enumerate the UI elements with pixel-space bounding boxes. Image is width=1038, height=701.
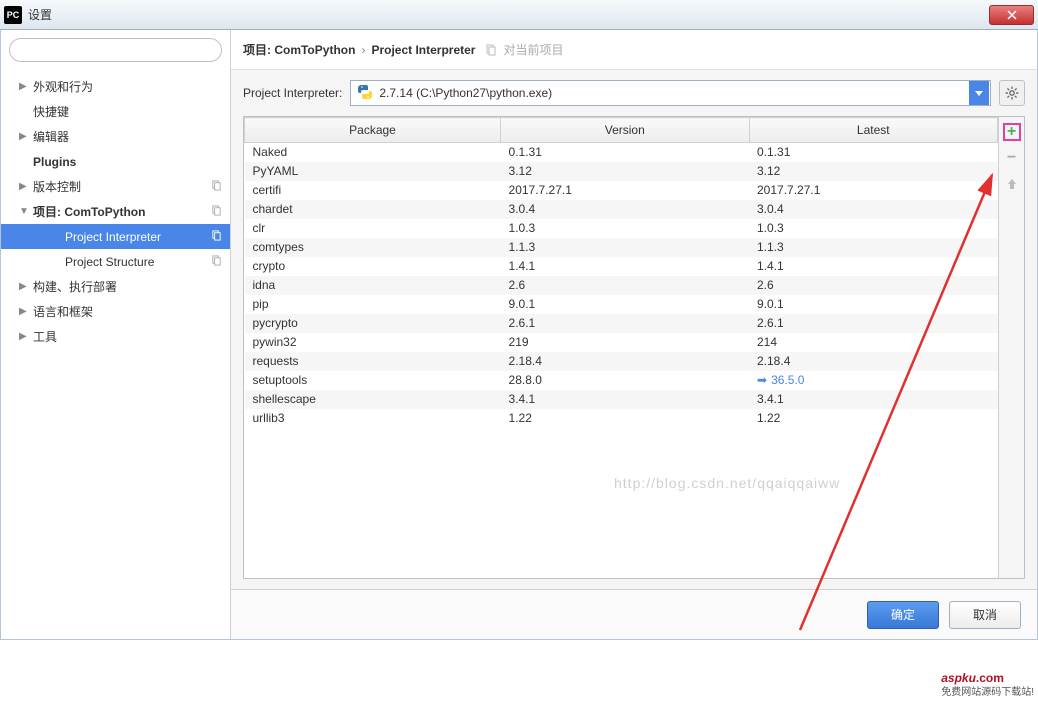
arrow-up-icon — [1006, 178, 1018, 190]
table-actions: + − — [998, 117, 1024, 578]
table-row[interactable]: crypto1.4.11.4.1 — [245, 257, 998, 276]
dialog-footer: 确定 取消 — [231, 589, 1037, 639]
tree-arrow-icon: ▶ — [19, 306, 29, 317]
col-latest[interactable]: Latest — [749, 118, 998, 143]
app-icon: PC — [4, 6, 22, 24]
add-package-button[interactable]: + — [1003, 123, 1021, 141]
table-row[interactable]: Naked0.1.310.1.31 — [245, 143, 998, 162]
sidebar-item-label: 工具 — [33, 328, 222, 345]
sidebar-item-6[interactable]: Project Interpreter — [1, 224, 230, 249]
sidebar-item-label: 编辑器 — [33, 128, 222, 145]
watermark-url: http://blog.csdn.net/qqaiqqaiww — [614, 475, 840, 491]
table-row[interactable]: pycrypto2.6.12.6.1 — [245, 314, 998, 333]
sidebar-item-label: 快捷键 — [33, 103, 222, 120]
table-row[interactable]: PyYAML3.123.12 — [245, 162, 998, 181]
sidebar-item-9[interactable]: ▶ 语言和框架 — [1, 299, 230, 324]
update-available-icon: ➡ — [757, 373, 767, 387]
copy-icon — [211, 180, 222, 194]
sidebar-item-7[interactable]: Project Structure — [1, 249, 230, 274]
sidebar-item-label: 外观和行为 — [33, 78, 222, 95]
remove-package-button[interactable]: − — [1003, 149, 1021, 167]
sidebar-item-3[interactable]: Plugins — [1, 149, 230, 174]
tree-arrow-icon: ▶ — [19, 331, 29, 342]
search-input[interactable] — [9, 38, 222, 62]
sidebar-item-label: 版本控制 — [33, 178, 211, 195]
dropdown-button[interactable] — [969, 81, 989, 105]
titlebar: PC 设置 — [0, 0, 1038, 30]
package-table-area: Package Version Latest Naked0.1.310.1.31… — [243, 116, 1025, 579]
settings-tree: ▶ 外观和行为快捷键 ▶ 编辑器 Plugins ▶ 版本控制 ▼ 项目: ComToPytho… — [1, 70, 230, 639]
tree-arrow-icon: ▶ — [19, 81, 29, 92]
sidebar-item-label: Project Interpreter — [65, 230, 211, 244]
col-package[interactable]: Package — [245, 118, 501, 143]
tree-arrow-icon: ▶ — [19, 131, 29, 142]
table-row[interactable]: pip9.0.19.0.1 — [245, 295, 998, 314]
main-area: ▶ 外观和行为快捷键 ▶ 编辑器 Plugins ▶ 版本控制 ▼ 项目: ComToPytho… — [0, 30, 1038, 640]
sidebar-item-label: Plugins — [33, 155, 222, 169]
table-row[interactable]: pywin32219214 — [245, 333, 998, 352]
copy-icon — [211, 255, 222, 269]
watermark-logo: aspku.com 免费网站源码下载站! — [941, 658, 1034, 697]
table-row[interactable]: comtypes1.1.31.1.3 — [245, 238, 998, 257]
tree-arrow-icon: ▶ — [19, 181, 29, 192]
copy-icon — [211, 230, 222, 244]
sidebar-item-5[interactable]: ▼ 项目: ComToPython — [1, 199, 230, 224]
breadcrumb-hint: 对当前项目 — [503, 41, 563, 58]
content-pane: 项目: ComToPython › Project Interpreter 对当… — [231, 30, 1037, 639]
copy-icon — [211, 205, 222, 219]
package-table: Package Version Latest Naked0.1.310.1.31… — [244, 117, 998, 428]
table-scroll[interactable]: Package Version Latest Naked0.1.310.1.31… — [244, 117, 998, 578]
copy-icon — [485, 44, 497, 56]
table-row[interactable]: certifi2017.7.27.12017.7.27.1 — [245, 181, 998, 200]
breadcrumb-sep: › — [361, 43, 365, 57]
close-button[interactable] — [989, 5, 1034, 25]
tree-arrow-icon: ▼ — [19, 206, 29, 217]
table-row[interactable]: setuptools28.8.0➡36.5.0 — [245, 371, 998, 390]
col-version[interactable]: Version — [501, 118, 749, 143]
breadcrumb-project: 项目: ComToPython — [243, 41, 355, 58]
sidebar-item-label: 语言和框架 — [33, 303, 222, 320]
chevron-down-icon — [975, 91, 983, 96]
table-row[interactable]: clr1.0.31.0.3 — [245, 219, 998, 238]
interpreter-label: Project Interpreter: — [243, 86, 342, 100]
upgrade-package-button[interactable] — [1003, 175, 1021, 193]
sidebar-item-1[interactable]: 快捷键 — [1, 99, 230, 124]
search-wrap — [1, 30, 230, 70]
table-row[interactable]: shellescape3.4.13.4.1 — [245, 390, 998, 409]
sidebar-item-4[interactable]: ▶ 版本控制 — [1, 174, 230, 199]
table-row[interactable]: urllib31.221.22 — [245, 409, 998, 428]
sidebar-item-0[interactable]: ▶ 外观和行为 — [1, 74, 230, 99]
sidebar-item-label: 构建、执行部署 — [33, 278, 222, 295]
sidebar-item-label: 项目: ComToPython — [33, 203, 211, 220]
tree-arrow-icon: ▶ — [19, 281, 29, 292]
cancel-button[interactable]: 取消 — [949, 601, 1021, 629]
table-row[interactable]: requests2.18.42.18.4 — [245, 352, 998, 371]
breadcrumb: 项目: ComToPython › Project Interpreter 对当… — [231, 30, 1037, 70]
table-row[interactable]: chardet3.0.43.0.4 — [245, 200, 998, 219]
window-title: 设置 — [28, 6, 989, 23]
gear-icon — [1005, 86, 1019, 100]
table-row[interactable]: idna2.62.6 — [245, 276, 998, 295]
interpreter-row: Project Interpreter: 2.7.14 (C:\Python27… — [231, 70, 1037, 116]
interpreter-value: 2.7.14 (C:\Python27\python.exe) — [379, 86, 965, 100]
sidebar: ▶ 外观和行为快捷键 ▶ 编辑器 Plugins ▶ 版本控制 ▼ 项目: ComToPytho… — [1, 30, 231, 639]
sidebar-item-label: Project Structure — [65, 255, 211, 269]
ok-button[interactable]: 确定 — [867, 601, 939, 629]
python-icon — [357, 84, 373, 103]
sidebar-item-10[interactable]: ▶ 工具 — [1, 324, 230, 349]
close-icon — [1007, 10, 1017, 20]
breadcrumb-page: Project Interpreter — [371, 43, 475, 57]
interpreter-select[interactable]: 2.7.14 (C:\Python27\python.exe) — [350, 80, 991, 106]
sidebar-item-2[interactable]: ▶ 编辑器 — [1, 124, 230, 149]
sidebar-item-8[interactable]: ▶ 构建、执行部署 — [1, 274, 230, 299]
interpreter-settings-button[interactable] — [999, 80, 1025, 106]
